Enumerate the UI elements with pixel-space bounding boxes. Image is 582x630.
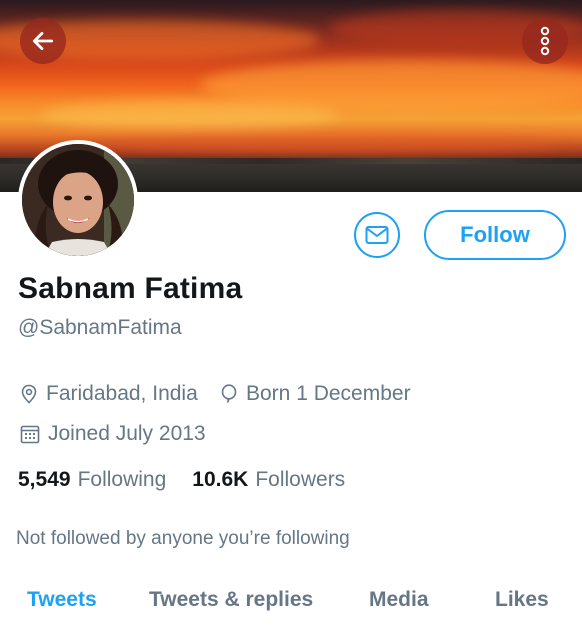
profile-avatar[interactable] (18, 140, 138, 260)
followers-count: 10.6K (192, 468, 249, 491)
profile-handle: @SabnamFatima (18, 316, 182, 339)
message-button[interactable] (354, 212, 400, 258)
profile-location: Faridabad, India (20, 382, 198, 406)
followed-by-note: Not followed by anyone you’re following (16, 528, 350, 549)
envelope-icon (365, 226, 389, 244)
tab-media[interactable]: Media (369, 588, 429, 612)
banner-cloud (100, 135, 560, 153)
following-stat[interactable]: 5,549 Following (18, 468, 166, 492)
more-vertical-icon (540, 26, 550, 56)
follow-button[interactable]: Follow (424, 210, 566, 260)
tab-tweets[interactable]: Tweets (27, 588, 97, 612)
following-count: 5,549 (18, 468, 71, 491)
following-label: Following (77, 468, 167, 491)
profile-tabs: Tweets Tweets & replies Media Likes (0, 586, 582, 630)
tab-tweets-replies[interactable]: Tweets & replies (149, 588, 313, 612)
balloon-icon (221, 384, 237, 403)
location-pin-icon (21, 384, 37, 404)
profile-name: Sabnam Fatima (18, 272, 243, 305)
joined-text: Joined July 2013 (48, 422, 206, 445)
birthday-text: Born 1 December (246, 382, 411, 405)
profile-birthday: Born 1 December (220, 382, 411, 406)
location-text: Faridabad, India (46, 382, 198, 405)
banner-cloud (40, 100, 340, 130)
followers-stat[interactable]: 10.6K Followers (192, 468, 345, 492)
back-button[interactable] (20, 18, 66, 64)
profile-stats: 5,549 Following 10.6K Followers (18, 468, 371, 492)
back-arrow-icon (32, 32, 54, 50)
followers-label: Followers (255, 468, 346, 491)
profile-joined: Joined July 2013 (20, 422, 206, 446)
calendar-icon (20, 425, 40, 444)
more-options-button[interactable] (522, 18, 568, 64)
tab-likes[interactable]: Likes (495, 588, 549, 612)
